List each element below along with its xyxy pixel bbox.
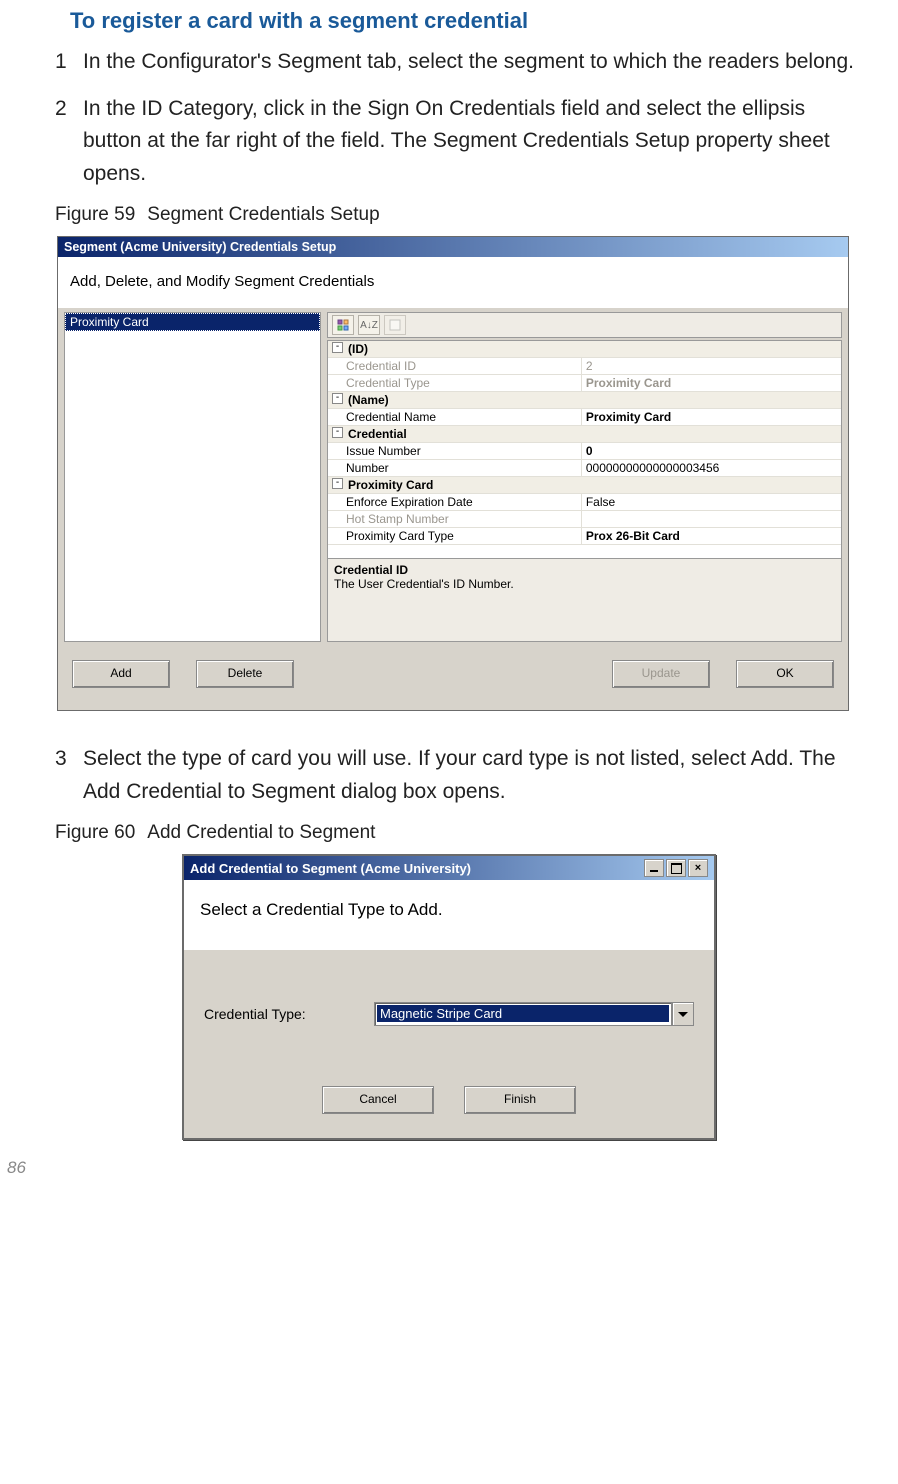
ok-button[interactable]: OK [736, 660, 834, 688]
close-icon[interactable]: × [688, 859, 708, 877]
add-button[interactable]: Add [72, 660, 170, 688]
figure-number: Figure 60 [55, 822, 135, 843]
cancel-button[interactable]: Cancel [322, 1086, 434, 1114]
delete-button[interactable]: Delete [196, 660, 294, 688]
page-number: 86 [7, 1158, 863, 1178]
dialog-prompt: Select a Credential Type to Add. [184, 880, 714, 950]
step-2: 2 In the ID Category, click in the Sign … [55, 93, 863, 191]
category-id[interactable]: -(ID) [328, 341, 841, 358]
step-number: 1 [55, 46, 83, 79]
row-credential-name[interactable]: Credential NameProximity Card [328, 409, 841, 426]
step-number: 3 [55, 743, 83, 808]
credential-type-combobox[interactable]: Magnetic Stripe Card [374, 1002, 694, 1026]
prop-label: Credential ID [328, 358, 582, 374]
figure-number: Figure 59 [55, 204, 135, 225]
desc-text: The User Credential's ID Number. [334, 577, 835, 591]
maximize-icon[interactable] [666, 859, 686, 877]
property-grid[interactable]: -(ID) Credential ID2 Credential TypeProx… [327, 340, 842, 559]
prop-value [582, 511, 841, 527]
collapse-icon[interactable]: - [332, 427, 343, 438]
credential-list-item-selected[interactable]: Proximity Card [65, 313, 320, 331]
row-credential-type: Credential TypeProximity Card [328, 375, 841, 392]
collapse-icon[interactable]: - [332, 393, 343, 404]
row-credential-id: Credential ID2 [328, 358, 841, 375]
prop-value[interactable]: Prox 26-Bit Card [582, 528, 841, 544]
prop-label: Hot Stamp Number [328, 511, 582, 527]
dialog-title-text: Add Credential to Segment (Acme Universi… [190, 861, 471, 876]
section-heading: To register a card with a segment creden… [70, 8, 863, 34]
credential-type-label: Credential Type: [204, 1006, 374, 1022]
prop-value[interactable]: 0 [582, 443, 841, 459]
step-number: 2 [55, 93, 83, 191]
prop-value: 2 [582, 358, 841, 374]
row-hot-stamp-number: Hot Stamp Number [328, 511, 841, 528]
figure-59-caption: Figure 59 Segment Credentials Setup [55, 204, 863, 226]
property-pages-icon[interactable] [384, 315, 406, 335]
prop-label: Proximity Card Type [328, 528, 582, 544]
collapse-icon[interactable]: - [332, 478, 343, 489]
prop-value[interactable]: 00000000000000003456 [582, 460, 841, 476]
propertygrid-toolbar: A↓Z [327, 312, 842, 338]
step-text: In the Configurator's Segment tab, selec… [83, 46, 854, 79]
row-issue-number[interactable]: Issue Number0 [328, 443, 841, 460]
row-number[interactable]: Number00000000000000003456 [328, 460, 841, 477]
prop-value[interactable]: False [582, 494, 841, 510]
step-3: 3 Select the type of card you will use. … [55, 743, 863, 808]
prop-value[interactable]: Proximity Card [582, 409, 841, 425]
step-text: In the ID Category, click in the Sign On… [83, 93, 863, 191]
desc-title: Credential ID [334, 563, 835, 577]
prop-label: Number [328, 460, 582, 476]
category-credential[interactable]: -Credential [328, 426, 841, 443]
figure-title: Segment Credentials Setup [147, 204, 379, 225]
prop-label: Credential Name [328, 409, 582, 425]
combobox-selected-value: Magnetic Stripe Card [377, 1005, 669, 1022]
credential-list[interactable]: Proximity Card [64, 312, 321, 642]
add-credential-to-segment-dialog: Add Credential to Segment (Acme Universi… [182, 854, 716, 1140]
prop-label: Issue Number [328, 443, 582, 459]
category-name[interactable]: -(Name) [328, 392, 841, 409]
combobox-field[interactable]: Magnetic Stripe Card [374, 1002, 672, 1026]
row-enforce-expiration[interactable]: Enforce Expiration DateFalse [328, 494, 841, 511]
segment-credentials-setup-dialog: Segment (Acme University) Credentials Se… [57, 236, 849, 711]
category-proximity-card[interactable]: -Proximity Card [328, 477, 841, 494]
prop-label: Credential Type [328, 375, 582, 391]
figure-title: Add Credential to Segment [147, 822, 375, 843]
alphabetical-view-icon[interactable]: A↓Z [358, 315, 380, 335]
step-1: 1 In the Configurator's Segment tab, sel… [55, 46, 863, 79]
chevron-down-icon[interactable] [672, 1002, 694, 1026]
dialog-subtitle: Add, Delete, and Modify Segment Credenti… [58, 257, 848, 308]
step-text: Select the type of card you will use. If… [83, 743, 863, 808]
update-button: Update [612, 660, 710, 688]
finish-button[interactable]: Finish [464, 1086, 576, 1114]
dialog-titlebar: Add Credential to Segment (Acme Universi… [184, 856, 714, 880]
collapse-icon[interactable]: - [332, 342, 343, 353]
categorized-view-icon[interactable] [332, 315, 354, 335]
property-description-panel: Credential ID The User Credential's ID N… [327, 559, 842, 642]
prop-label: Enforce Expiration Date [328, 494, 582, 510]
dialog-titlebar: Segment (Acme University) Credentials Se… [58, 237, 848, 257]
row-proximity-card-type[interactable]: Proximity Card TypeProx 26-Bit Card [328, 528, 841, 545]
prop-value: Proximity Card [582, 375, 841, 391]
figure-60-caption: Figure 60 Add Credential to Segment [55, 822, 863, 844]
minimize-icon[interactable] [644, 859, 664, 877]
